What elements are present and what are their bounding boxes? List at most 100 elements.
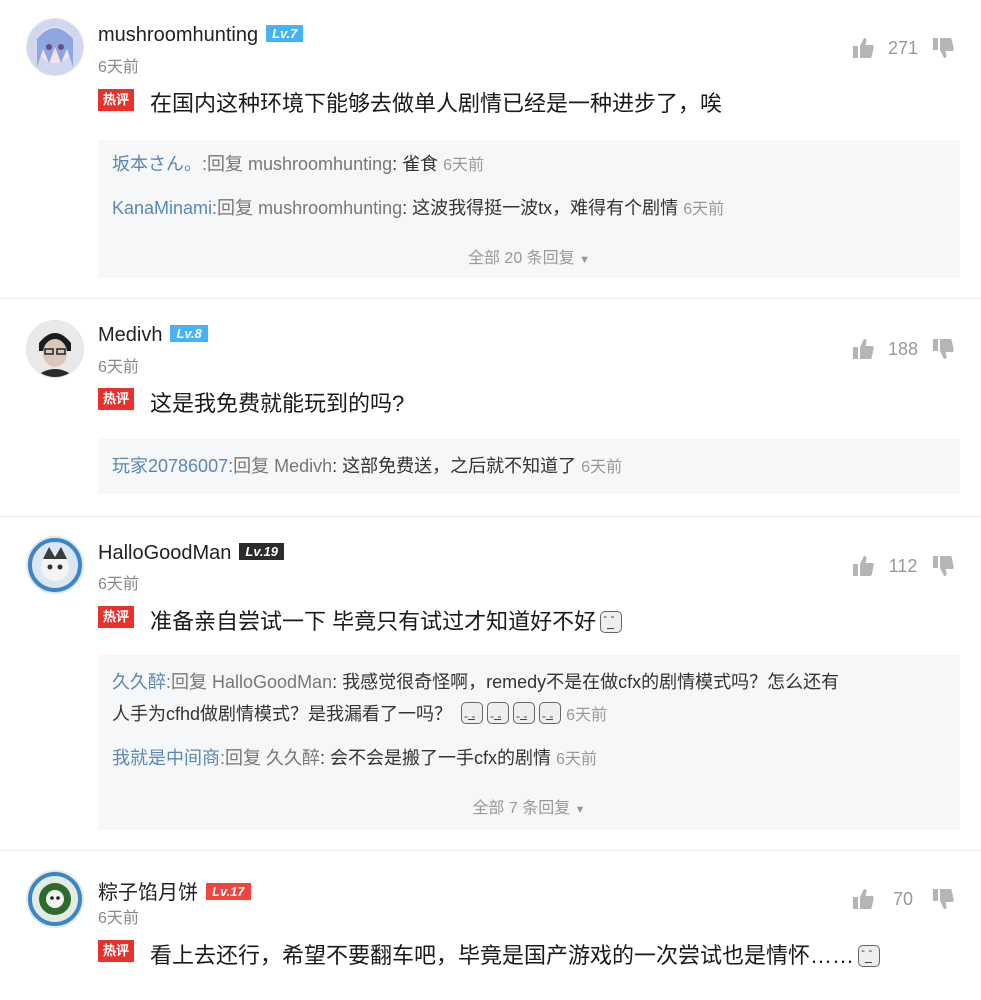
vote-group: 112 [851,554,955,578]
chevron-down-icon: ▼ [579,254,591,266]
reply-item: KanaMinami:回复 mushroomhunting: 这波我得挺一波tx… [112,192,940,226]
reply-box: 久久醉:回复 HalloGoodMan: 我感觉很奇怪啊，remedy不是在做c… [98,654,960,830]
chevron-down-icon: ▼ [574,804,586,816]
view-all-replies-label: 全部 7 条回复 [472,800,571,817]
thumbs-down-icon[interactable] [931,337,955,361]
reply-item: 坂本さん。:回复 mushroomhunting: 雀食 6天前 [112,148,940,182]
username[interactable]: HalloGoodMan Lv.19 [98,542,284,565]
reply-box: 玩家20786007:回复 Medivh: 这部免费送，之后就不知道了 6天前 [98,438,960,494]
username[interactable]: Medivh Lv.8 [98,324,208,347]
view-all-replies-button[interactable]: 全部 20 条回复 ▼ [98,244,960,268]
thumbs-up-icon[interactable] [851,337,875,361]
reply-content: : 这波我得挺一波tx，难得有个剧情 [402,198,679,218]
username-text[interactable]: Medivh [98,324,162,346]
thumbs-down-icon[interactable] [931,36,955,60]
comment-time: 6天前 [98,576,139,593]
view-all-replies-label: 全部 20 条回复 [467,250,575,267]
thumbs-up-icon[interactable] [851,36,875,60]
reply-content: : 雀食 [392,154,439,174]
like-count: 70 [892,888,914,909]
username-text[interactable]: mushroomhunting [98,24,258,46]
reply-item: 玩家20786007:回复 Medivh: 这部免费送，之后就不知道了 6天前 [112,450,940,484]
comment-time: 6天前 [98,59,139,76]
comment-item: 粽子馅月饼 Lv.17 6天前 70 热评 看上去还行，希望不要翻车吧，毕竟是国产… [0,852,981,1000]
avatar-image [27,537,83,593]
comment-text: 准备亲自尝试一下 毕竟只有试过才知道好不好 [150,604,623,636]
hot-comment-badge: 热评 [98,388,135,410]
avatar[interactable] [26,18,84,76]
reply-content: : 会不会是搬了一手cfx的剧情 [320,748,552,768]
like-count: 271 [887,37,919,58]
reply-target[interactable]: HalloGoodMan [212,672,332,692]
emoji-face-icon [461,700,484,732]
hot-comment-badge: 热评 [98,89,135,111]
reply-separator: :回复 [220,748,267,768]
emoji-face-icon [858,943,881,967]
comment-text: 在国内这种环境下能够去做单人剧情已经是一种进步了，唉 [150,91,723,116]
hot-comment-badge: 热评 [98,606,135,628]
reply-user[interactable]: KanaMinami [112,198,212,218]
reply-time: 6天前 [581,459,623,476]
level-badge: Lv.7 [266,25,304,42]
comment-text-content: 准备亲自尝试一下 毕竟只有试过才知道好不好 [150,609,597,634]
reply-box: 坂本さん。:回复 mushroomhunting: 雀食 6天前 KanaMin… [98,140,960,278]
reply-separator: :回复 [228,456,275,476]
username[interactable]: 粽子馅月饼 Lv.17 [98,876,251,905]
reply-content: : 这部免费送，之后就不知道了 [332,456,577,476]
comment-text: 这是我免费就能玩到的吗? [150,391,405,416]
thumbs-up-icon[interactable] [851,554,875,578]
username-text[interactable]: HalloGoodMan [98,542,231,564]
comment-time: 6天前 [98,359,139,376]
reply-content: : 我感觉很奇怪啊，remedy不是在做cfx的剧情模式吗？怎么还有 [332,672,840,692]
comment-item: HalloGoodMan Lv.19 6天前 112 热评 准备亲自尝试一下 毕竟… [0,518,981,848]
vote-group: 188 [851,337,955,361]
reply-target[interactable]: mushroomhunting [248,154,392,174]
thumbs-down-icon[interactable] [931,554,955,578]
emoji-face-icon [487,700,510,732]
comment-text: 看上去还行，希望不要翻车吧，毕竟是国产游戏的一次尝试也是情怀…… [150,938,881,970]
comment-text-content: 看上去还行，希望不要翻车吧，毕竟是国产游戏的一次尝试也是情怀…… [150,943,855,968]
emoji-face-icon [600,609,623,633]
divider [0,516,981,517]
like-count: 112 [888,555,918,576]
vote-group: 70 [851,887,955,911]
reply-separator: :回复 [166,672,213,692]
avatar-image [27,871,83,927]
reply-target[interactable]: 久久醉 [266,748,320,768]
reply-user[interactable]: 我就是中间商 [112,748,220,768]
avatar[interactable] [26,320,84,378]
view-all-replies-button[interactable]: 全部 7 条回复 ▼ [98,794,960,818]
reply-time: 6天前 [556,751,597,768]
divider [0,850,981,851]
thumbs-down-icon[interactable] [931,887,955,911]
reply-time: 6天前 [443,157,485,174]
vote-group: 271 [851,36,955,60]
reply-item: 久久醉:回复 HalloGoodMan: 我感觉很奇怪啊，remedy不是在做c… [112,666,940,732]
avatar[interactable] [26,536,84,594]
reply-content-continued: 人手为cfhd做剧情模式？是我漏看了一吗？ [112,704,453,724]
avatar-image [27,321,83,377]
avatar[interactable] [26,870,84,928]
username-text[interactable]: 粽子馅月饼 [98,882,198,904]
reply-user[interactable]: 坂本さん。 [112,154,202,174]
reply-target[interactable]: Medivh [274,456,332,476]
reply-user[interactable]: 玩家20786007 [112,456,228,476]
reply-item: 我就是中间商:回复 久久醉: 会不会是搬了一手cfx的剧情 6天前 [112,742,940,776]
emoji-face-icon [539,700,562,732]
level-badge: Lv.8 [170,325,208,342]
reply-time: 6天前 [566,707,607,724]
hot-comment-badge: 热评 [98,940,135,962]
comment-item: mushroomhunting Lv.7 6天前 271 热评 在国内这种环境下能… [0,0,981,296]
thumbs-up-icon[interactable] [851,887,875,911]
comment-time: 6天前 [98,910,139,927]
level-badge: Lv.19 [239,543,284,560]
reply-target[interactable]: mushroomhunting [258,198,402,218]
like-count: 188 [887,338,919,359]
reply-user[interactable]: 久久醉 [112,672,166,692]
level-badge: Lv.17 [206,883,251,900]
comment-item: Medivh Lv.8 6天前 188 热评 这是我免费就能玩到的吗? 玩家207… [0,300,981,515]
avatar-image [27,19,83,75]
emoji-face-icon [513,700,536,732]
reply-separator: :回复 [202,154,249,174]
username[interactable]: mushroomhunting Lv.7 [98,24,304,47]
